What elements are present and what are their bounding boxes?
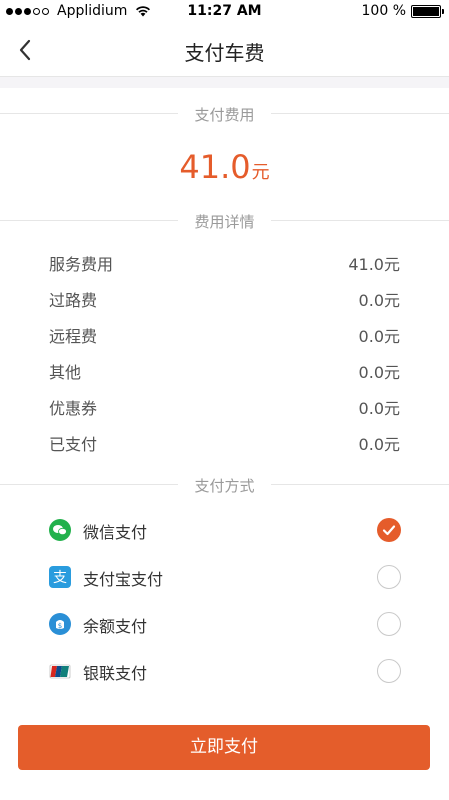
header-divider xyxy=(0,76,449,88)
fee-name: 过路费 xyxy=(49,291,98,310)
fee-name: 已支付 xyxy=(49,435,98,454)
amount-value: 41.0 xyxy=(179,148,251,186)
section-label: 支付方式 xyxy=(194,477,255,495)
section-label: 费用详情 xyxy=(194,213,255,231)
payment-option-alipay[interactable]: 支 支付宝支付 xyxy=(0,554,449,600)
fee-details-header: 费用详情 xyxy=(0,210,449,231)
fee-row-remote: 远程费 0.0元 xyxy=(49,323,400,347)
selected-checkmark-icon[interactable] xyxy=(377,518,401,542)
svg-text:$: $ xyxy=(58,622,62,630)
svg-text:支: 支 xyxy=(53,570,67,586)
fee-value: 0.0元 xyxy=(358,327,400,346)
payment-option-balance[interactable]: $ 余额支付 xyxy=(0,601,449,647)
balance-icon: $ xyxy=(49,613,71,635)
fee-name: 其他 xyxy=(49,363,82,382)
fee-row-other: 其他 0.0元 xyxy=(49,359,400,383)
pay-now-button[interactable]: 立即支付 xyxy=(18,725,430,770)
battery-icon xyxy=(411,4,444,18)
radio-button[interactable] xyxy=(377,565,401,589)
fee-name: 服务费用 xyxy=(49,255,114,274)
status-bar: Applidium 11:27 AM 100 % xyxy=(0,0,449,24)
alipay-icon: 支 xyxy=(49,566,71,588)
divider xyxy=(271,113,449,114)
amount-unit: 元 xyxy=(251,162,270,183)
payment-amount: 41.0元 xyxy=(0,148,449,186)
fee-name: 远程费 xyxy=(49,327,98,346)
battery-percentage: 100 % xyxy=(361,3,406,19)
fee-row-service: 服务费用 41.0元 xyxy=(49,251,400,275)
radio-button[interactable] xyxy=(377,612,401,636)
status-right: 100 % xyxy=(361,3,444,19)
fee-name: 优惠券 xyxy=(49,399,98,418)
payment-option-label: 微信支付 xyxy=(83,523,148,542)
payment-option-label: 支付宝支付 xyxy=(83,570,164,589)
payment-option-unionpay[interactable]: 银联支付 xyxy=(0,648,449,694)
payment-option-label: 银联支付 xyxy=(83,664,148,683)
payment-amount-header: 支付费用 xyxy=(0,103,449,124)
unionpay-icon xyxy=(49,664,71,679)
fee-row-toll: 过路费 0.0元 xyxy=(49,287,400,311)
fee-value: 0.0元 xyxy=(358,435,400,454)
page-title: 支付车费 xyxy=(184,41,265,65)
fee-value: 0.0元 xyxy=(358,291,400,310)
section-label: 支付费用 xyxy=(194,106,255,124)
payment-methods-header: 支付方式 xyxy=(0,474,449,495)
fee-row-paid: 已支付 0.0元 xyxy=(49,431,400,455)
payment-option-wechat[interactable]: 微信支付 xyxy=(0,507,449,553)
divider xyxy=(271,484,449,485)
payment-option-label: 余额支付 xyxy=(83,617,148,636)
wechat-icon xyxy=(49,519,71,541)
fee-row-coupon: 优惠券 0.0元 xyxy=(49,395,400,419)
fee-value: 0.0元 xyxy=(358,399,400,418)
radio-button[interactable] xyxy=(377,659,401,683)
fee-value: 41.0元 xyxy=(348,255,400,274)
fee-value: 0.0元 xyxy=(358,363,400,382)
divider xyxy=(271,220,449,221)
navigation-bar: 支付车费 xyxy=(0,24,449,76)
